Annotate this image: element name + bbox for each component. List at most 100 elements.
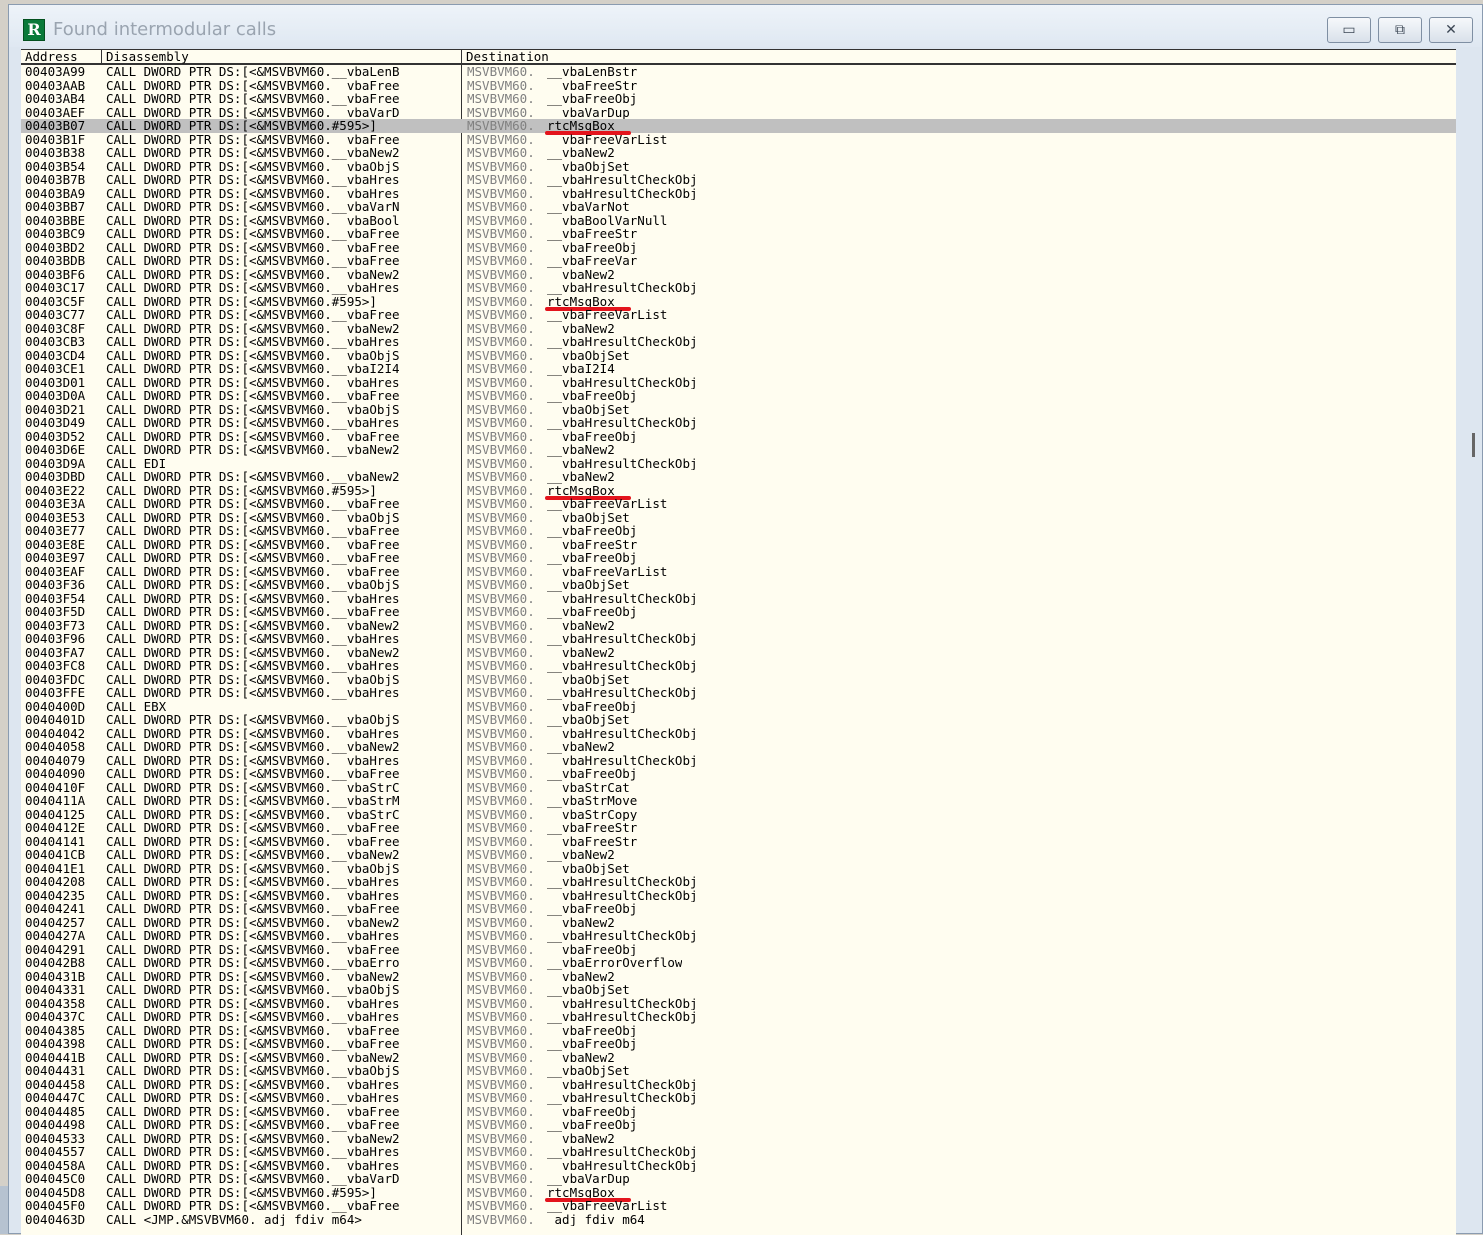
- table-row[interactable]: 00403E8E CALL DWORD PTR DS:[<&MSVBVM60.__…: [21, 538, 1456, 552]
- table-row[interactable]: 0040400D CALL EBX MSVBVM60. __vbaFreeObj: [21, 700, 1456, 714]
- restore-button[interactable]: ⧉: [1378, 17, 1422, 43]
- table-row[interactable]: 00403A99 CALL DWORD PTR DS:[<&MSVBVM60.__…: [21, 65, 1456, 79]
- table-row[interactable]: 00403BB7 CALL DWORD PTR DS:[<&MSVBVM60.__…: [21, 200, 1456, 214]
- destination-function-cell: __vbaHresultCheckObj: [547, 996, 698, 1010]
- table-row[interactable]: 00403E53 CALL DWORD PTR DS:[<&MSVBVM60.__…: [21, 511, 1456, 525]
- column-header-destination[interactable]: Destination: [462, 50, 549, 64]
- table-row[interactable]: 00404533 CALL DWORD PTR DS:[<&MSVBVM60.__…: [21, 1132, 1456, 1146]
- table-row[interactable]: 00404141 CALL DWORD PTR DS:[<&MSVBVM60.__…: [21, 835, 1456, 849]
- table-row[interactable]: 00404331 CALL DWORD PTR DS:[<&MSVBVM60.__…: [21, 983, 1456, 997]
- table-row[interactable]: 00403F36 CALL DWORD PTR DS:[<&MSVBVM60.__…: [21, 578, 1456, 592]
- table-row[interactable]: 00403AAB CALL DWORD PTR DS:[<&MSVBVM60.__…: [21, 79, 1456, 93]
- table-row[interactable]: 004041E1 CALL DWORD PTR DS:[<&MSVBVM60.__…: [21, 862, 1456, 876]
- table-row[interactable]: 00403E97 CALL DWORD PTR DS:[<&MSVBVM60.__…: [21, 551, 1456, 565]
- table-row[interactable]: 00403C77 CALL DWORD PTR DS:[<&MSVBVM60.__…: [21, 308, 1456, 322]
- table-row[interactable]: 00403B54 CALL DWORD PTR DS:[<&MSVBVM60.__…: [21, 160, 1456, 174]
- table-row[interactable]: 00404485 CALL DWORD PTR DS:[<&MSVBVM60.__…: [21, 1105, 1456, 1119]
- table-row[interactable]: 00403CB3 CALL DWORD PTR DS:[<&MSVBVM60.__…: [21, 335, 1456, 349]
- table-row[interactable]: 00403E22 CALL DWORD PTR DS:[<&MSVBVM60.#5…: [21, 484, 1456, 500]
- table-row[interactable]: 00404257 CALL DWORD PTR DS:[<&MSVBVM60.__…: [21, 916, 1456, 930]
- table-row[interactable]: 00403DBD CALL DWORD PTR DS:[<&MSVBVM60.__…: [21, 470, 1456, 484]
- table-row[interactable]: 00404208 CALL DWORD PTR DS:[<&MSVBVM60.__…: [21, 875, 1456, 889]
- table-row[interactable]: 00403AEF CALL DWORD PTR DS:[<&MSVBVM60.__…: [21, 106, 1456, 120]
- table-row[interactable]: 0040412E CALL DWORD PTR DS:[<&MSVBVM60.__…: [21, 821, 1456, 835]
- table-row[interactable]: 0040441B CALL DWORD PTR DS:[<&MSVBVM60.__…: [21, 1051, 1456, 1065]
- table-row[interactable]: 00404498 CALL DWORD PTR DS:[<&MSVBVM60.__…: [21, 1118, 1456, 1132]
- title-bar[interactable]: R Found intermodular calls ▭ ⧉ ✕: [9, 5, 1482, 47]
- table-row[interactable]: 00404398 CALL DWORD PTR DS:[<&MSVBVM60.__…: [21, 1037, 1456, 1051]
- table-row[interactable]: 004042B8 CALL DWORD PTR DS:[<&MSVBVM60.__…: [21, 956, 1456, 970]
- table-row[interactable]: 00403CD4 CALL DWORD PTR DS:[<&MSVBVM60.__…: [21, 349, 1456, 363]
- table-row[interactable]: 0040431B CALL DWORD PTR DS:[<&MSVBVM60.__…: [21, 970, 1456, 984]
- table-row[interactable]: 004041CB CALL DWORD PTR DS:[<&MSVBVM60.__…: [21, 848, 1456, 862]
- destination-module-cell: MSVBVM60.: [467, 362, 535, 376]
- table-row[interactable]: 00403FFE CALL DWORD PTR DS:[<&MSVBVM60.__…: [21, 686, 1456, 700]
- table-row[interactable]: 004045F0 CALL DWORD PTR DS:[<&MSVBVM60.__…: [21, 1199, 1456, 1213]
- minimize-button[interactable]: ▭: [1327, 17, 1371, 43]
- table-row[interactable]: 00403F5D CALL DWORD PTR DS:[<&MSVBVM60.__…: [21, 605, 1456, 619]
- table-row[interactable]: 0040437C CALL DWORD PTR DS:[<&MSVBVM60.__…: [21, 1010, 1456, 1024]
- table-row[interactable]: 00404125 CALL DWORD PTR DS:[<&MSVBVM60.__…: [21, 808, 1456, 822]
- table-row[interactable]: 00403FA7 CALL DWORD PTR DS:[<&MSVBVM60.__…: [21, 646, 1456, 660]
- table-row[interactable]: 004045D8 CALL DWORD PTR DS:[<&MSVBVM60.#5…: [21, 1186, 1456, 1202]
- table-row[interactable]: 0040447C CALL DWORD PTR DS:[<&MSVBVM60.__…: [21, 1091, 1456, 1105]
- table-row[interactable]: 00403BDB CALL DWORD PTR DS:[<&MSVBVM60.__…: [21, 254, 1456, 268]
- table-row[interactable]: 00403C5F CALL DWORD PTR DS:[<&MSVBVM60.#5…: [21, 295, 1456, 311]
- table-row[interactable]: 00403BF6 CALL DWORD PTR DS:[<&MSVBVM60.__…: [21, 268, 1456, 282]
- table-row[interactable]: 00404241 CALL DWORD PTR DS:[<&MSVBVM60.__…: [21, 902, 1456, 916]
- table-row[interactable]: 00403FDC CALL DWORD PTR DS:[<&MSVBVM60.__…: [21, 673, 1456, 687]
- destination-module-cell: MSVBVM60.: [467, 308, 535, 322]
- table-row[interactable]: 00404042 CALL DWORD PTR DS:[<&MSVBVM60.__…: [21, 727, 1456, 741]
- table-row[interactable]: 00403F73 CALL DWORD PTR DS:[<&MSVBVM60.__…: [21, 619, 1456, 633]
- table-row[interactable]: 00403E3A CALL DWORD PTR DS:[<&MSVBVM60.__…: [21, 497, 1456, 511]
- destination-function-cell: __vbaFreeVarList: [547, 564, 668, 578]
- table-row[interactable]: 00403D49 CALL DWORD PTR DS:[<&MSVBVM60.__…: [21, 416, 1456, 430]
- column-header-address[interactable]: Address: [21, 50, 78, 64]
- table-row[interactable]: 00403D6E CALL DWORD PTR DS:[<&MSVBVM60.__…: [21, 443, 1456, 457]
- table-row[interactable]: 00403BD2 CALL DWORD PTR DS:[<&MSVBVM60.__…: [21, 241, 1456, 255]
- table-row[interactable]: 00403F54 CALL DWORD PTR DS:[<&MSVBVM60.__…: [21, 592, 1456, 606]
- table-row[interactable]: 00403B38 CALL DWORD PTR DS:[<&MSVBVM60.__…: [21, 146, 1456, 160]
- column-header-disassembly[interactable]: Disassembly: [102, 50, 189, 64]
- table-row[interactable]: 00403D0A CALL DWORD PTR DS:[<&MSVBVM60.__…: [21, 389, 1456, 403]
- calls-table[interactable]: Address Disassembly Destination 00403A99…: [21, 49, 1456, 1235]
- scrollbar-thumb[interactable]: [1472, 433, 1475, 457]
- table-row[interactable]: 00403B7B CALL DWORD PTR DS:[<&MSVBVM60.__…: [21, 173, 1456, 187]
- table-row[interactable]: 0040458A CALL DWORD PTR DS:[<&MSVBVM60.__…: [21, 1159, 1456, 1173]
- table-row[interactable]: 0040411A CALL DWORD PTR DS:[<&MSVBVM60.__…: [21, 794, 1456, 808]
- table-row[interactable]: 00403CE1 CALL DWORD PTR DS:[<&MSVBVM60.__…: [21, 362, 1456, 376]
- table-row[interactable]: 00404557 CALL DWORD PTR DS:[<&MSVBVM60.__…: [21, 1145, 1456, 1159]
- table-row[interactable]: 00403EAF CALL DWORD PTR DS:[<&MSVBVM60.__…: [21, 565, 1456, 579]
- table-row[interactable]: 00403FC8 CALL DWORD PTR DS:[<&MSVBVM60.__…: [21, 659, 1456, 673]
- table-row[interactable]: 00403D9A CALL EDI MSVBVM60. __vbaHresultChe…: [21, 457, 1456, 471]
- table-row[interactable]: 00403D21 CALL DWORD PTR DS:[<&MSVBVM60.__…: [21, 403, 1456, 417]
- table-row[interactable]: 00404291 CALL DWORD PTR DS:[<&MSVBVM60.__…: [21, 943, 1456, 957]
- close-button[interactable]: ✕: [1429, 17, 1473, 43]
- table-row[interactable]: 00403BC9 CALL DWORD PTR DS:[<&MSVBVM60.__…: [21, 227, 1456, 241]
- table-row[interactable]: 00404235 CALL DWORD PTR DS:[<&MSVBVM60.__…: [21, 889, 1456, 903]
- table-row[interactable]: 0040401D CALL DWORD PTR DS:[<&MSVBVM60.__…: [21, 713, 1456, 727]
- table-row[interactable]: 0040427A CALL DWORD PTR DS:[<&MSVBVM60.__…: [21, 929, 1456, 943]
- table-row[interactable]: 00404079 CALL DWORD PTR DS:[<&MSVBVM60.__…: [21, 754, 1456, 768]
- table-row[interactable]: 00403C8F CALL DWORD PTR DS:[<&MSVBVM60.__…: [21, 322, 1456, 336]
- table-row[interactable]: 0040410F CALL DWORD PTR DS:[<&MSVBVM60.__…: [21, 781, 1456, 795]
- table-row[interactable]: 00404431 CALL DWORD PTR DS:[<&MSVBVM60.__…: [21, 1064, 1456, 1078]
- table-row[interactable]: 00403D52 CALL DWORD PTR DS:[<&MSVBVM60.__…: [21, 430, 1456, 444]
- table-row[interactable]: 00403B07 CALL DWORD PTR DS:[<&MSVBVM60.#5…: [21, 119, 1456, 135]
- destination-function-cell: __vbaNew2: [547, 915, 615, 929]
- table-row[interactable]: 00403BBE CALL DWORD PTR DS:[<&MSVBVM60.__…: [21, 214, 1456, 228]
- table-row[interactable]: 0040463D CALL <JMP.&MSVBVM60._adj_fdiv_m6…: [21, 1213, 1456, 1227]
- table-row[interactable]: 00404385 CALL DWORD PTR DS:[<&MSVBVM60.__…: [21, 1024, 1456, 1038]
- table-row[interactable]: 00403F96 CALL DWORD PTR DS:[<&MSVBVM60.__…: [21, 632, 1456, 646]
- table-row[interactable]: 00404090 CALL DWORD PTR DS:[<&MSVBVM60.__…: [21, 767, 1456, 781]
- table-row[interactable]: 00403C17 CALL DWORD PTR DS:[<&MSVBVM60.__…: [21, 281, 1456, 295]
- table-row[interactable]: 00403E77 CALL DWORD PTR DS:[<&MSVBVM60.__…: [21, 524, 1456, 538]
- table-row[interactable]: 00403AB4 CALL DWORD PTR DS:[<&MSVBVM60.__…: [21, 92, 1456, 106]
- table-row[interactable]: 00404058 CALL DWORD PTR DS:[<&MSVBVM60.__…: [21, 740, 1456, 754]
- table-row[interactable]: 00404358 CALL DWORD PTR DS:[<&MSVBVM60.__…: [21, 997, 1456, 1011]
- table-row[interactable]: 00403BA9 CALL DWORD PTR DS:[<&MSVBVM60.__…: [21, 187, 1456, 201]
- table-row[interactable]: 004045C0 CALL DWORD PTR DS:[<&MSVBVM60.__…: [21, 1172, 1456, 1186]
- table-row[interactable]: 00403D01 CALL DWORD PTR DS:[<&MSVBVM60.__…: [21, 376, 1456, 390]
- table-row[interactable]: 00403B1F CALL DWORD PTR DS:[<&MSVBVM60.__…: [21, 133, 1456, 147]
- table-row[interactable]: 00404458 CALL DWORD PTR DS:[<&MSVBVM60.__…: [21, 1078, 1456, 1092]
